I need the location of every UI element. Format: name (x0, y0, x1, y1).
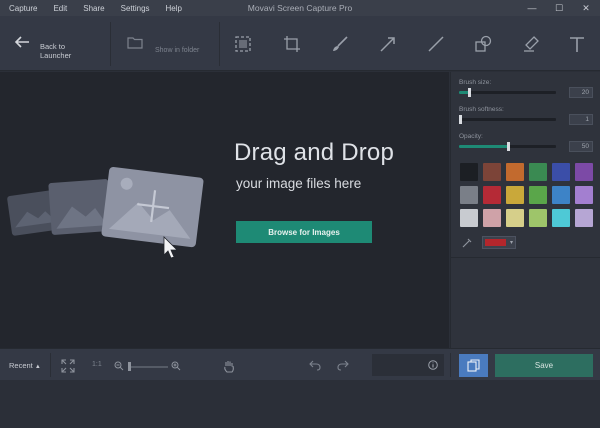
brush-softness-value[interactable]: 1 (569, 114, 593, 125)
brush-icon (333, 36, 348, 51)
shapes-tool[interactable] (472, 33, 494, 55)
show-in-folder-label: Show in folder (155, 47, 200, 54)
zoom-out-icon[interactable] (114, 361, 124, 371)
arrow-icon (380, 37, 395, 52)
opacity-value[interactable]: 50 (569, 141, 593, 152)
close-button[interactable]: ✕ (572, 0, 600, 16)
text-tool[interactable] (566, 33, 588, 55)
images-illustration (7, 166, 204, 259)
color-swatch[interactable] (483, 186, 501, 204)
settings-panel: Brush size: 20 Brush softness: 1 Opacity… (450, 72, 600, 348)
select-area-icon (235, 36, 251, 52)
caret-up-icon: ▲ (34, 364, 41, 370)
zoom-slider[interactable] (130, 366, 168, 368)
copy-icon (467, 359, 480, 372)
maximize-button[interactable]: ☐ (545, 0, 573, 16)
undo-icon[interactable] (309, 360, 321, 371)
menu-bar: Capture Edit Share Settings Help (0, 0, 189, 16)
color-swatch[interactable] (483, 209, 501, 227)
menu-settings[interactable]: Settings (112, 4, 150, 13)
color-swatch[interactable] (506, 163, 524, 181)
copy-to-clipboard-button[interactable] (459, 354, 488, 377)
color-swatch[interactable] (552, 186, 570, 204)
color-swatch[interactable] (483, 163, 501, 181)
browse-for-images-button[interactable]: Browse for Images (236, 221, 372, 243)
save-button[interactable]: Save (495, 354, 593, 377)
line-tool[interactable] (425, 33, 447, 55)
menu-edit[interactable]: Edit (44, 4, 67, 13)
menu-share[interactable]: Share (74, 4, 104, 13)
select-area-tool[interactable] (232, 33, 254, 55)
fit-to-screen-icon[interactable] (61, 359, 75, 373)
toolbar-divider (219, 22, 220, 66)
drag-drop-subtitle: your image files here (236, 176, 362, 191)
show-in-folder-button[interactable]: Show in folder (113, 16, 217, 71)
color-swatch[interactable] (552, 209, 570, 227)
menu-help[interactable]: Help (157, 4, 182, 13)
line-icon (428, 36, 444, 52)
drop-area[interactable]: Drag and Drop your image files here Brow… (0, 72, 449, 348)
back-to-launcher-label: Back to Launcher (40, 42, 72, 60)
color-swatch[interactable] (529, 163, 547, 181)
title-bar: Capture Edit Share Settings Help Movavi … (0, 0, 600, 16)
hand-pan-icon[interactable] (223, 359, 235, 373)
bottom-divider (450, 353, 451, 377)
eyedropper-icon[interactable] (462, 238, 472, 248)
arrow-left-icon (14, 36, 29, 48)
current-color-picker[interactable]: ▾ (482, 236, 516, 249)
opacity-label: Opacity: (459, 133, 483, 140)
brush-softness-label: Brush softness: (459, 106, 504, 113)
toolbar-divider (110, 22, 111, 66)
brush-softness-slider[interactable] (459, 115, 556, 124)
brush-tool[interactable] (329, 33, 351, 55)
crop-tool[interactable] (281, 33, 303, 55)
back-to-launcher-button[interactable]: Back to Launcher (0, 16, 108, 71)
panel-divider (451, 257, 600, 258)
color-swatch[interactable] (529, 209, 547, 227)
color-swatch[interactable] (529, 186, 547, 204)
brush-size-label: Brush size: (459, 79, 492, 86)
color-swatch[interactable] (552, 163, 570, 181)
brush-size-slider[interactable] (459, 88, 556, 97)
chevron-down-icon: ▾ (509, 240, 513, 246)
bottom-divider (50, 353, 51, 377)
color-swatch[interactable] (506, 186, 524, 204)
menu-capture[interactable]: Capture (0, 4, 37, 13)
color-swatch[interactable] (506, 209, 524, 227)
recent-menu-button[interactable]: Recent ▲ (9, 361, 41, 370)
highlighter-icon (524, 36, 539, 52)
zoom-slider-thumb[interactable] (128, 362, 131, 371)
toolbar: Back to Launcher Show in folder (0, 16, 600, 71)
arrow-tool[interactable] (377, 33, 399, 55)
info-icon[interactable] (428, 360, 438, 370)
zoom-in-icon[interactable] (171, 361, 181, 371)
status-box (372, 354, 444, 376)
current-color-swatch (485, 239, 506, 246)
folder-icon (127, 37, 143, 49)
text-icon (570, 37, 584, 52)
color-swatch[interactable] (575, 186, 593, 204)
redo-icon[interactable] (337, 360, 349, 371)
recent-label: Recent (9, 361, 33, 370)
footer-area (0, 380, 600, 428)
brush-size-value[interactable]: 20 (569, 87, 593, 98)
color-swatch[interactable] (460, 209, 478, 227)
color-swatch[interactable] (460, 186, 478, 204)
color-swatch[interactable] (460, 163, 478, 181)
bottom-bar: Recent ▲ 1:1 Save (0, 348, 600, 380)
shapes-icon (475, 35, 492, 52)
highlighter-tool[interactable] (520, 33, 542, 55)
crop-icon (284, 36, 300, 52)
actual-size-button[interactable]: 1:1 (92, 361, 102, 368)
minimize-button[interactable]: — (518, 0, 546, 16)
color-swatch[interactable] (575, 209, 593, 227)
drag-drop-title: Drag and Drop (234, 139, 395, 166)
color-swatch[interactable] (575, 163, 593, 181)
opacity-slider[interactable] (459, 142, 556, 151)
